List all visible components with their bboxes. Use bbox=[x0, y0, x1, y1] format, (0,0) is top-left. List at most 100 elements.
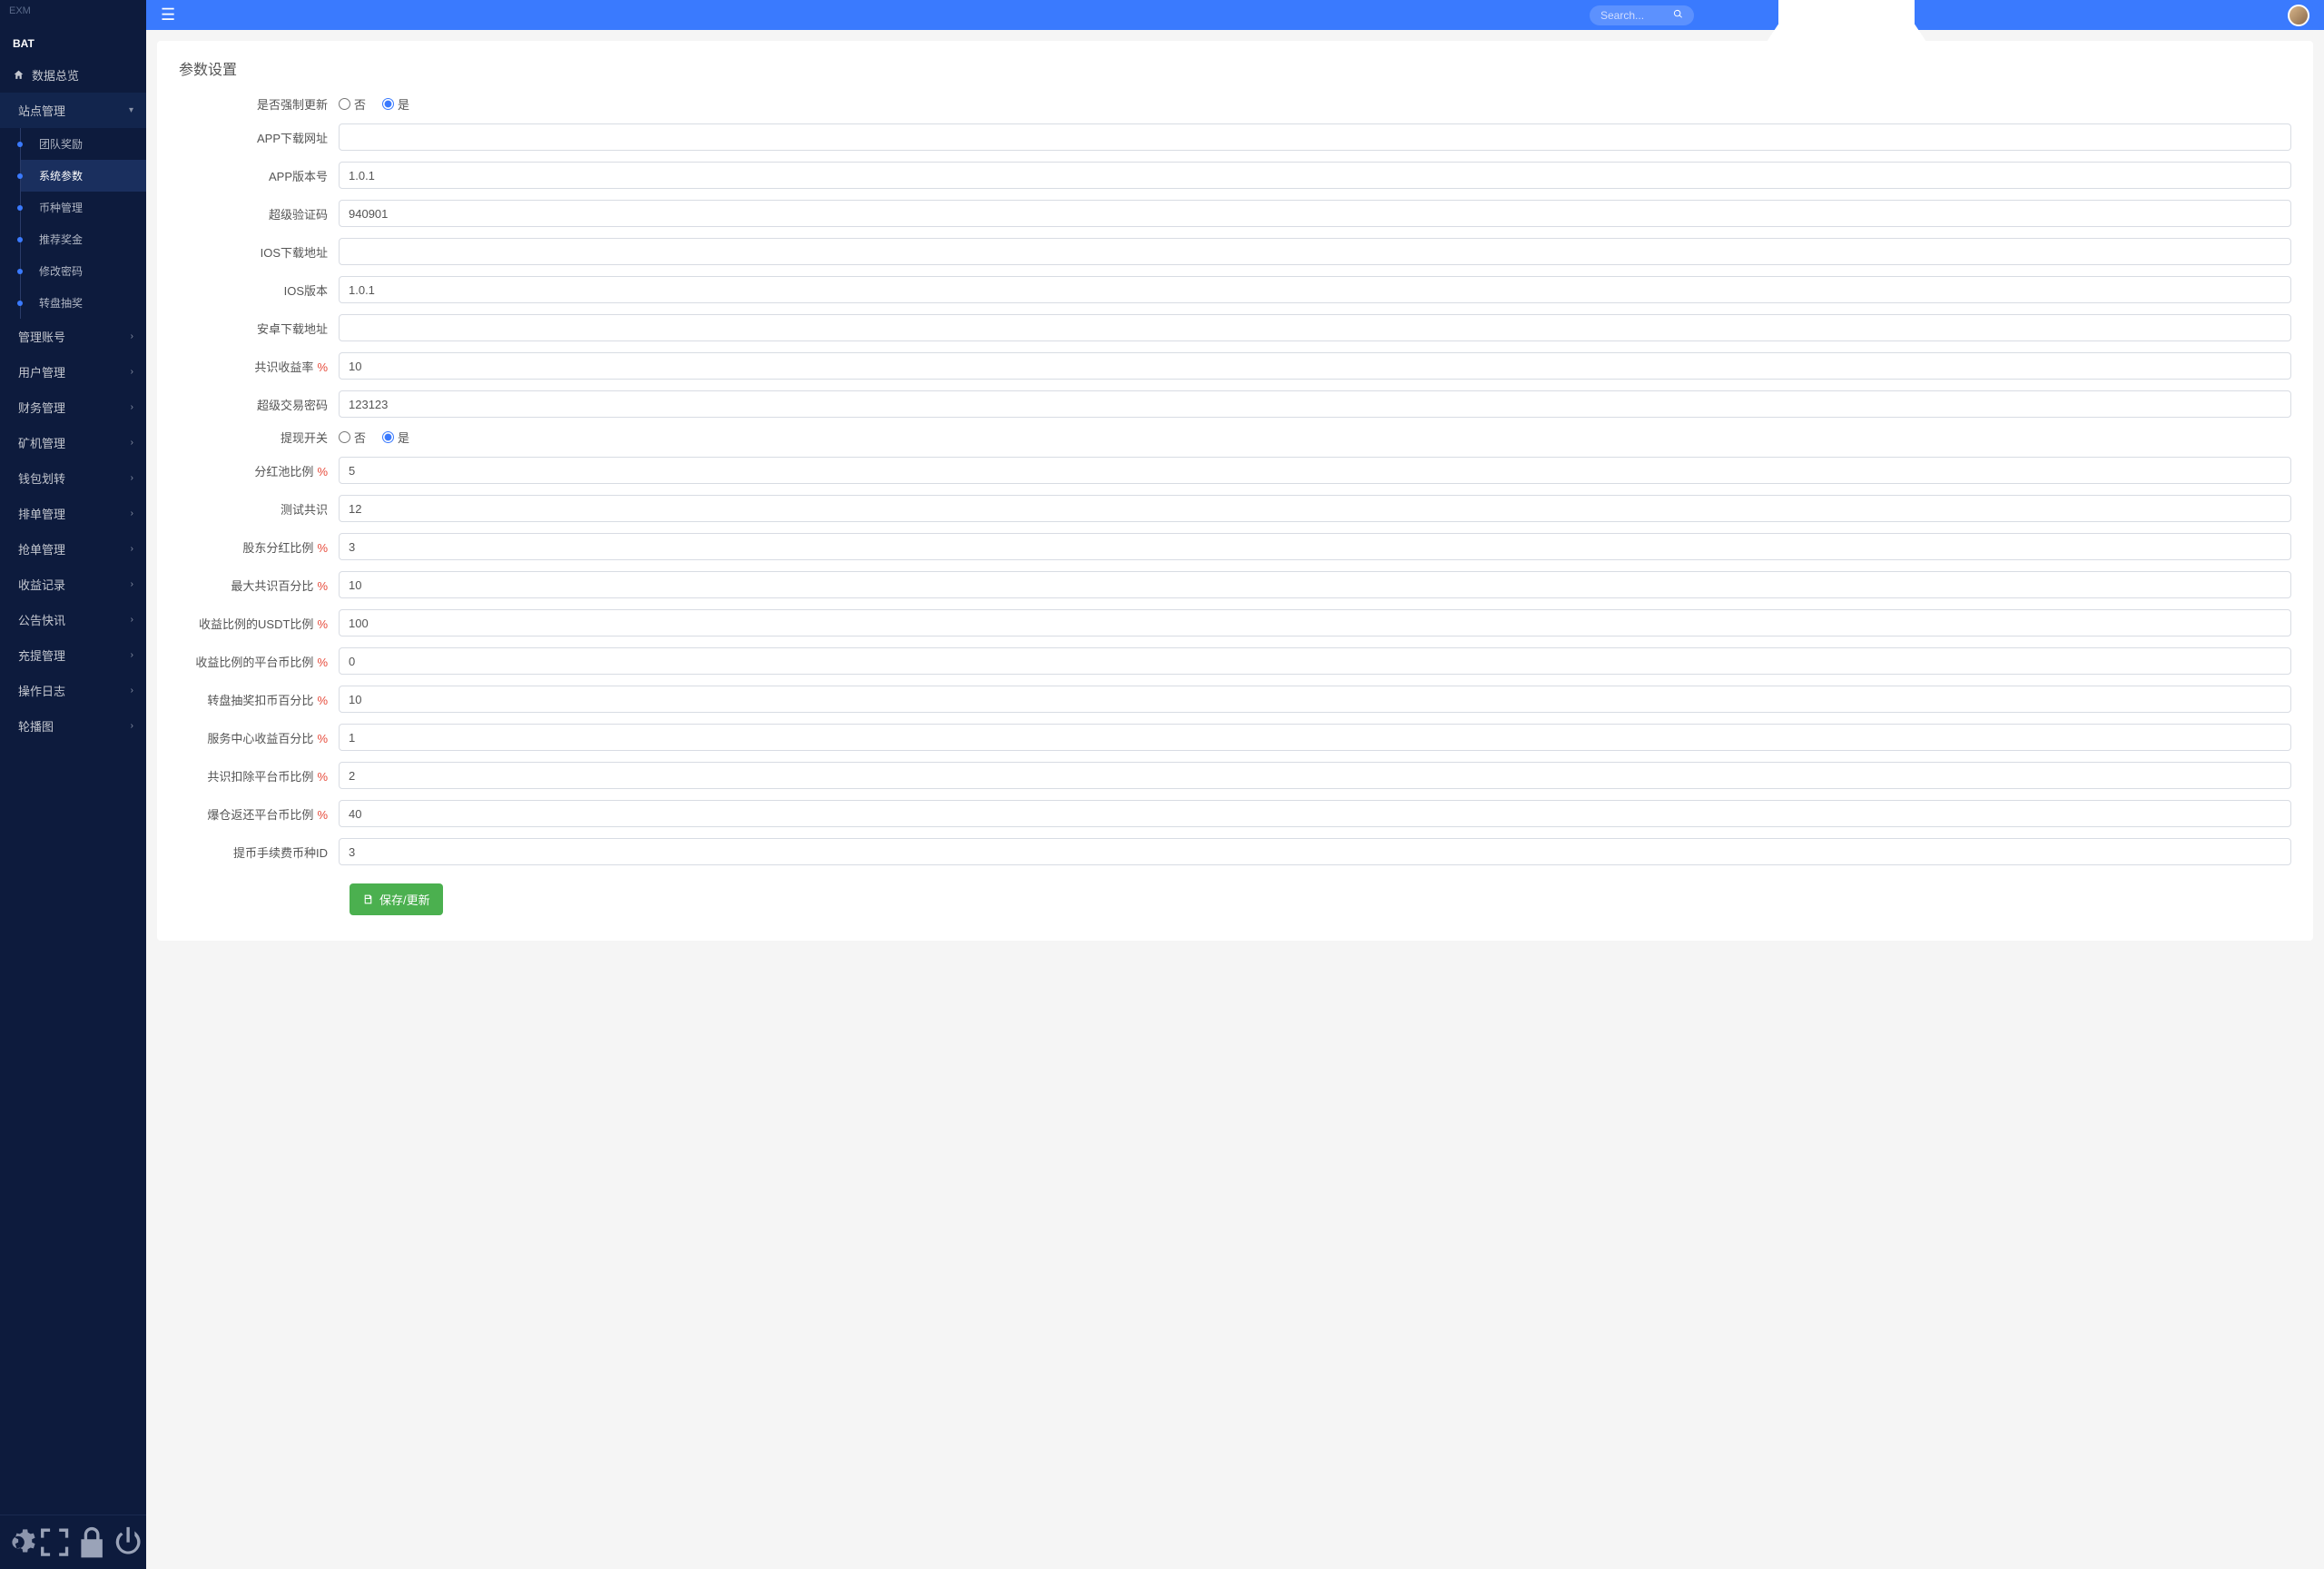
power-icon[interactable] bbox=[110, 1523, 146, 1562]
radio-force-update-no[interactable]: 否 bbox=[339, 95, 366, 113]
page-title: 参数设置 bbox=[179, 57, 2291, 79]
input-max-consensus-pct[interactable] bbox=[339, 571, 2291, 598]
radio-withdraw-no[interactable]: 否 bbox=[339, 429, 366, 446]
label-withdraw-switch: 提现开关 bbox=[179, 429, 339, 446]
input-ios-url[interactable] bbox=[339, 238, 2291, 265]
input-ios-version[interactable] bbox=[339, 276, 2291, 303]
sidebar-sub-change-pwd[interactable]: 修改密码 bbox=[21, 255, 146, 287]
input-android-url[interactable] bbox=[339, 314, 2291, 341]
input-profit-usdt-ratio[interactable] bbox=[339, 609, 2291, 636]
sidebar-item-finance[interactable]: 财务管理 › bbox=[0, 390, 146, 425]
main-area: ☰ 参数设置 是否强制更新 否 bbox=[146, 0, 2324, 1569]
chevron-right-icon: › bbox=[131, 721, 133, 731]
sidebar-item-label: 轮播图 bbox=[18, 717, 54, 735]
input-super-trade-pwd[interactable] bbox=[339, 390, 2291, 418]
radio-force-update-yes[interactable]: 是 bbox=[382, 95, 409, 113]
brand-text: BAT bbox=[0, 30, 146, 57]
sidebar-item-site-mgmt[interactable]: 站点管理 ▾ bbox=[0, 93, 146, 128]
sidebar-footer bbox=[0, 1515, 146, 1569]
fullscreen-icon[interactable] bbox=[36, 1523, 73, 1562]
content-area: 参数设置 是否强制更新 否 是 APP下载网址 APP bbox=[146, 30, 2324, 1569]
radio-withdraw-switch: 否 是 bbox=[339, 429, 2291, 446]
topbar: ☰ bbox=[146, 0, 2324, 30]
input-profit-platform-ratio[interactable] bbox=[339, 647, 2291, 675]
sidebar-item-notice[interactable]: 公告快讯 › bbox=[0, 602, 146, 637]
label-test-consensus: 测试共识 bbox=[179, 500, 339, 518]
sidebar-sub-rec-bonus[interactable]: 推荐奖金 bbox=[21, 223, 146, 255]
input-test-consensus[interactable] bbox=[339, 495, 2291, 522]
sidebar-item-label: 用户管理 bbox=[18, 363, 65, 380]
sidebar-item-profit-log[interactable]: 收益记录 › bbox=[0, 567, 146, 602]
home-icon bbox=[13, 69, 25, 81]
input-lottery-deduct-pct[interactable] bbox=[339, 686, 2291, 713]
label-app-url: APP下载网址 bbox=[179, 129, 339, 146]
search-input[interactable] bbox=[1600, 9, 1673, 22]
label-force-update: 是否强制更新 bbox=[179, 95, 339, 113]
sidebar-item-deposit[interactable]: 充提管理 › bbox=[0, 637, 146, 673]
avatar[interactable] bbox=[2288, 5, 2309, 26]
chevron-right-icon: › bbox=[131, 615, 133, 625]
input-consensus-rate[interactable] bbox=[339, 352, 2291, 380]
sidebar-item-rank[interactable]: 排单管理 › bbox=[0, 496, 146, 531]
sidebar-item-label: 抢单管理 bbox=[18, 540, 65, 558]
input-dividend-pool-ratio[interactable] bbox=[339, 457, 2291, 484]
sidebar-item-label: 充提管理 bbox=[18, 646, 65, 664]
sidebar-sub-team-reward[interactable]: 团队奖励 bbox=[21, 128, 146, 160]
chevron-right-icon: › bbox=[131, 544, 133, 554]
save-button-label: 保存/更新 bbox=[379, 891, 430, 908]
search-box[interactable] bbox=[1590, 5, 1694, 25]
sidebar-item-label: 矿机管理 bbox=[18, 434, 65, 451]
sidebar-sub-coin-mgmt[interactable]: 币种管理 bbox=[21, 192, 146, 223]
settings-panel: 参数设置 是否强制更新 否 是 APP下载网址 APP bbox=[157, 41, 2313, 941]
radio-withdraw-yes[interactable]: 是 bbox=[382, 429, 409, 446]
sidebar-item-admin-acct[interactable]: 管理账号 › bbox=[0, 319, 146, 354]
sidebar-item-carousel[interactable]: 轮播图 › bbox=[0, 708, 146, 744]
sidebar-item-wallet-xfer[interactable]: 钱包划转 › bbox=[0, 460, 146, 496]
input-liquidation-return-ratio[interactable] bbox=[339, 800, 2291, 827]
label-dividend-pool-ratio: 分红池比例% bbox=[179, 462, 339, 479]
sidebar-item-grab[interactable]: 抢单管理 › bbox=[0, 531, 146, 567]
sidebar-item-label: 钱包划转 bbox=[18, 469, 65, 487]
logo-text: EXM bbox=[0, 0, 146, 30]
input-consensus-deduct-platform[interactable] bbox=[339, 762, 2291, 789]
input-super-code[interactable] bbox=[339, 200, 2291, 227]
sidebar-item-label: 管理账号 bbox=[18, 328, 65, 345]
sidebar-item-label: 数据总览 bbox=[32, 66, 79, 84]
hamburger-icon[interactable]: ☰ bbox=[161, 5, 175, 25]
chevron-right-icon: › bbox=[131, 367, 133, 377]
chevron-right-icon: › bbox=[131, 473, 133, 483]
sidebar-item-miner[interactable]: 矿机管理 › bbox=[0, 425, 146, 460]
sidebar-item-label: 操作日志 bbox=[18, 682, 65, 699]
sidebar-subnav-site-mgmt: 团队奖励 系统参数 币种管理 推荐奖金 修改密码 转盘抽奖 bbox=[20, 128, 146, 319]
sidebar-item-home[interactable]: 数据总览 bbox=[0, 57, 146, 93]
radio-force-update: 否 是 bbox=[339, 95, 2291, 113]
label-shareholder-div-ratio: 股东分红比例% bbox=[179, 538, 339, 556]
save-button[interactable]: 保存/更新 bbox=[350, 883, 443, 915]
sidebar-item-op-log[interactable]: 操作日志 › bbox=[0, 673, 146, 708]
sidebar-item-label: 站点管理 bbox=[18, 102, 65, 119]
gear-icon[interactable] bbox=[0, 1523, 36, 1562]
sidebar-item-label: 公告快讯 bbox=[18, 611, 65, 628]
chevron-right-icon: › bbox=[131, 402, 133, 412]
sidebar-sub-sys-params[interactable]: 系统参数 bbox=[21, 160, 146, 192]
label-consensus-deduct-platform: 共识扣除平台币比例% bbox=[179, 767, 339, 784]
input-app-version[interactable] bbox=[339, 162, 2291, 189]
chevron-right-icon: › bbox=[131, 579, 133, 589]
label-consensus-rate: 共识收益率% bbox=[179, 358, 339, 375]
chevron-down-icon: ▾ bbox=[129, 105, 133, 115]
input-service-center-pct[interactable] bbox=[339, 724, 2291, 751]
sidebar-sub-lottery[interactable]: 转盘抽奖 bbox=[21, 287, 146, 319]
search-icon[interactable] bbox=[1673, 9, 1683, 22]
label-android-url: 安卓下载地址 bbox=[179, 320, 339, 337]
input-withdraw-fee-coin-id[interactable] bbox=[339, 838, 2291, 865]
lock-icon[interactable] bbox=[74, 1523, 110, 1562]
label-ios-url: IOS下载地址 bbox=[179, 243, 339, 261]
label-service-center-pct: 服务中心收益百分比% bbox=[179, 729, 339, 746]
chevron-right-icon: › bbox=[131, 686, 133, 696]
label-ios-version: IOS版本 bbox=[179, 281, 339, 299]
sidebar-item-label: 收益记录 bbox=[18, 576, 65, 593]
label-withdraw-fee-coin-id: 提币手续费币种ID bbox=[179, 844, 339, 861]
input-shareholder-div-ratio[interactable] bbox=[339, 533, 2291, 560]
sidebar-item-user-mgmt[interactable]: 用户管理 › bbox=[0, 354, 146, 390]
input-app-url[interactable] bbox=[339, 123, 2291, 151]
